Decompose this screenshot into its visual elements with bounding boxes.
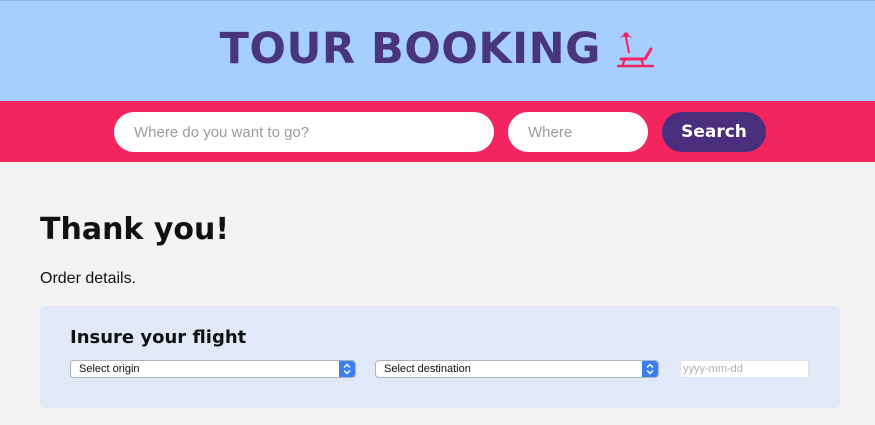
page-title: Thank you!	[40, 212, 230, 247]
select-arrows-icon	[642, 361, 658, 377]
flight-date-input[interactable]	[680, 360, 809, 378]
search-bar: Search	[0, 101, 875, 162]
search-button[interactable]: Search	[662, 112, 766, 152]
origin-select-value: Select origin	[79, 363, 140, 375]
where-input[interactable]	[508, 112, 648, 152]
origin-select[interactable]: Select origin	[70, 360, 356, 378]
insurance-panel: Insure your flight Select origin Select …	[40, 306, 840, 408]
destination-search-input[interactable]	[114, 112, 494, 152]
order-details-text: Order details.	[40, 270, 137, 287]
select-arrows-icon	[339, 361, 355, 377]
site-title: TOUR BOOKING	[219, 24, 601, 74]
brand[interactable]: TOUR BOOKING	[0, 25, 875, 73]
destination-select[interactable]: Select destination	[375, 360, 659, 378]
destination-select-value: Select destination	[384, 363, 471, 375]
insurance-title: Insure your flight	[70, 327, 247, 348]
site-header: TOUR BOOKING	[0, 0, 875, 101]
beach-chair-icon	[617, 32, 655, 68]
